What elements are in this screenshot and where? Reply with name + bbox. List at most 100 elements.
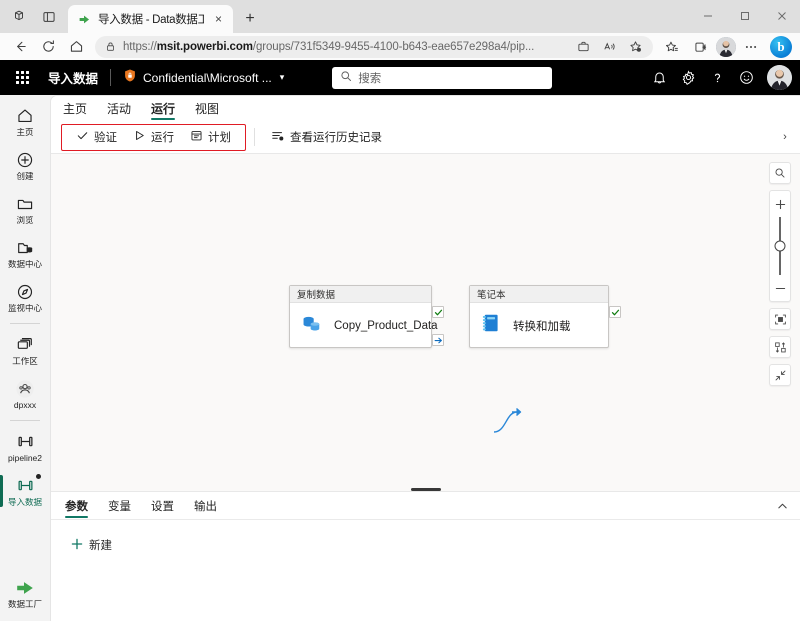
tab-变量[interactable]: 变量 (108, 492, 131, 520)
split-pane-icon[interactable] (34, 4, 64, 30)
collections-icon[interactable] (687, 35, 715, 59)
browser-window: 导入数据 - Data数据工厂/Factory × + (0, 0, 800, 621)
favorites-icon[interactable] (658, 35, 686, 59)
ribbon-overflow-button[interactable]: › (774, 124, 796, 151)
zoom-slider-thumb[interactable] (774, 240, 786, 252)
folder-icon (16, 194, 34, 214)
sidebar-item-data-hub[interactable]: 数据中心 (0, 231, 50, 275)
pipeline-icon (16, 476, 35, 496)
search-input[interactable]: 搜索 (332, 66, 553, 89)
success-output-port[interactable] (432, 306, 444, 318)
tab-设置[interactable]: 设置 (151, 492, 174, 520)
collapse-panel-button[interactable] (772, 497, 792, 515)
gear-icon[interactable] (675, 65, 701, 91)
tab-主页[interactable]: 主页 (63, 96, 87, 121)
node-body: Copy_Product_Data (290, 303, 438, 348)
monitor-icon (16, 282, 34, 302)
sidebar-item-workspaces[interactable]: 工作区 (0, 328, 50, 372)
tab-活动[interactable]: 活动 (107, 96, 131, 121)
add-favorite-icon[interactable] (623, 36, 647, 58)
read-aloud-icon[interactable] (597, 36, 621, 58)
sidebar-item-label: 创建 (16, 171, 34, 181)
tab-输出[interactable]: 输出 (194, 492, 217, 520)
tab-运行[interactable]: 运行 (151, 96, 176, 121)
fit-to-screen-button[interactable] (769, 308, 791, 330)
schedule-button[interactable]: 计划 (182, 126, 239, 149)
address-bar[interactable]: https://msit.powerbi.com/groups/731f5349… (95, 35, 653, 58)
tab-actions-icon[interactable] (4, 4, 34, 30)
completion-output-port[interactable] (432, 334, 444, 346)
sensitivity-shield-icon (123, 68, 137, 88)
zoom-in-button[interactable] (770, 194, 790, 214)
run-button[interactable]: 运行 (125, 126, 182, 149)
maximize-button[interactable] (726, 0, 763, 31)
avatar[interactable] (767, 65, 792, 90)
new-parameter-label: 新建 (89, 540, 112, 552)
sidebar: 主页 创建 浏览 数据中心 监视中心 工作区 dpxxx pipeline2 导… (0, 95, 50, 621)
tab-参数[interactable]: 参数 (65, 492, 88, 520)
checkmark-icon (76, 129, 89, 145)
sidebar-item-dpxxx[interactable]: dpxxx (0, 372, 50, 416)
copilot-icon[interactable]: b (770, 35, 792, 58)
back-icon[interactable] (6, 35, 34, 59)
sidebar-item-label: dpxxx (13, 400, 37, 410)
validate-button[interactable]: 验证 (68, 126, 125, 149)
canvas-zoom-tools (769, 162, 791, 386)
reload-icon[interactable] (34, 35, 62, 59)
sidebar-item-label: 主页 (16, 127, 34, 137)
sidebar-item-home[interactable]: 主页 (0, 99, 50, 143)
avatar[interactable] (716, 36, 736, 57)
play-icon (133, 129, 146, 145)
close-icon[interactable]: × (210, 11, 227, 28)
fabric-data-factory-icon (77, 12, 92, 27)
notebook-icon (480, 312, 502, 339)
window-close-button[interactable] (763, 0, 800, 31)
tab-视图[interactable]: 视图 (195, 96, 219, 121)
node-body: 转换和加载 (470, 303, 608, 348)
run-history-icon (271, 129, 285, 146)
feedback-icon[interactable] (733, 65, 759, 91)
app-header: 导入数据 Confidential\Microsoft ... ▾ 搜索 (0, 60, 800, 95)
home-icon (16, 106, 34, 126)
workspace-avatar-icon (15, 379, 35, 399)
settings-and-more-icon[interactable] (737, 35, 765, 59)
zoom-out-button[interactable] (770, 278, 790, 298)
unsaved-indicator-dot (36, 474, 41, 479)
ribbon-toolbar: 验证 运行 计划 查看运行历史记录 › (51, 121, 800, 154)
minimize-button[interactable] (689, 0, 726, 31)
briefcase-icon[interactable] (571, 36, 595, 58)
home-icon[interactable] (62, 35, 90, 59)
validate-label: 验证 (94, 132, 117, 144)
activity-node-copy-data[interactable]: 复制数据 Copy_Product_Data (289, 285, 444, 348)
data-factory-icon (15, 578, 35, 598)
sidebar-item-label: 数据中心 (7, 259, 42, 269)
sidebar-item-data-factory[interactable]: 数据工厂 (0, 571, 50, 615)
new-parameter-button[interactable]: 新建 (65, 534, 118, 556)
ribbon-tabs: 主页 活动 运行 视图 (51, 96, 800, 121)
sidebar-item-browse[interactable]: 浏览 (0, 187, 50, 231)
properties-panel-body: 新建 (51, 520, 800, 556)
browser-tab[interactable]: 导入数据 - Data数据工厂/Factory × (68, 5, 233, 33)
chevron-down-icon: ▾ (279, 72, 285, 82)
collapse-button[interactable] (769, 364, 791, 386)
sidebar-item-create[interactable]: 创建 (0, 143, 50, 187)
new-tab-button[interactable]: + (236, 5, 264, 33)
help-icon[interactable] (704, 65, 730, 91)
zoom-slider-track[interactable] (774, 217, 786, 275)
view-run-history-button[interactable]: 查看运行历史记录 (263, 126, 390, 149)
app-launcher-icon[interactable] (8, 64, 36, 92)
activity-node-notebook[interactable]: 笔记本 转换和加载 (469, 285, 621, 348)
auto-layout-button[interactable] (769, 336, 791, 358)
sidebar-item-导入数据[interactable]: 导入数据 (0, 469, 50, 513)
sidebar-item-label: 监视中心 (7, 303, 42, 313)
copy-data-icon (300, 312, 323, 340)
panel-resize-handle[interactable] (410, 488, 441, 491)
success-output-port[interactable] (609, 306, 621, 318)
zoom-slider-control[interactable] (769, 190, 791, 302)
pipeline-canvas[interactable]: 复制数据 Copy_Product_Data 笔记本 转换和加载 (51, 154, 800, 492)
sidebar-item-pipeline2[interactable]: pipeline2 (0, 425, 50, 469)
sensitivity-label-button[interactable]: Confidential\Microsoft ... ▾ (123, 68, 284, 88)
bell-icon[interactable] (646, 65, 672, 91)
sidebar-item-monitoring-hub[interactable]: 监视中心 (0, 275, 50, 319)
zoom-search-icon[interactable] (769, 162, 791, 184)
